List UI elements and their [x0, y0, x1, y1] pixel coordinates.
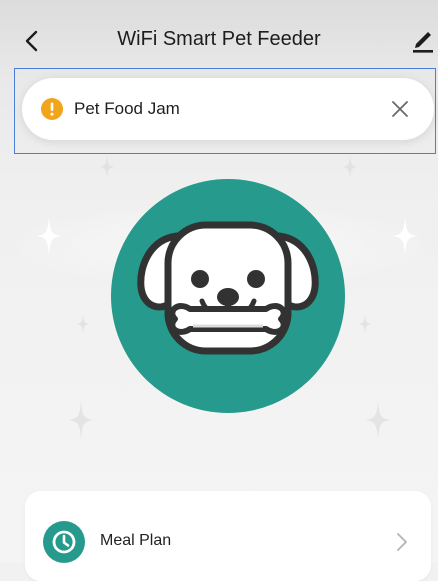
menu-card: Meal Plan: [25, 491, 431, 581]
meal-plan-label: Meal Plan: [100, 532, 172, 549]
sparkle-icon: [76, 313, 90, 335]
chevron-right-icon: [397, 533, 407, 551]
warning-icon: [41, 98, 63, 120]
clock-icon: [43, 521, 85, 563]
alert-message: Pet Food Jam: [74, 99, 180, 118]
sparkle-icon: [68, 400, 94, 440]
sparkle-icon: [392, 216, 418, 256]
back-button[interactable]: [18, 26, 48, 56]
sparkle-icon: [342, 155, 358, 179]
sparkle-icon: [365, 400, 391, 440]
pencil-icon: [413, 32, 433, 53]
close-icon: [392, 101, 408, 117]
sparkle-icon: [36, 216, 62, 256]
sparkle-icon: [99, 155, 115, 179]
page-title: WiFi Smart Pet Feeder: [117, 28, 321, 50]
close-alert-button[interactable]: [388, 97, 412, 121]
dog-with-bone-icon: [111, 179, 345, 413]
sparkle-icon: [358, 313, 372, 335]
chevron-left-icon: [25, 30, 38, 52]
edit-button[interactable]: [410, 26, 436, 56]
meal-plan-row[interactable]: Meal Plan: [25, 515, 431, 569]
alert-toast: Pet Food Jam: [22, 78, 434, 140]
